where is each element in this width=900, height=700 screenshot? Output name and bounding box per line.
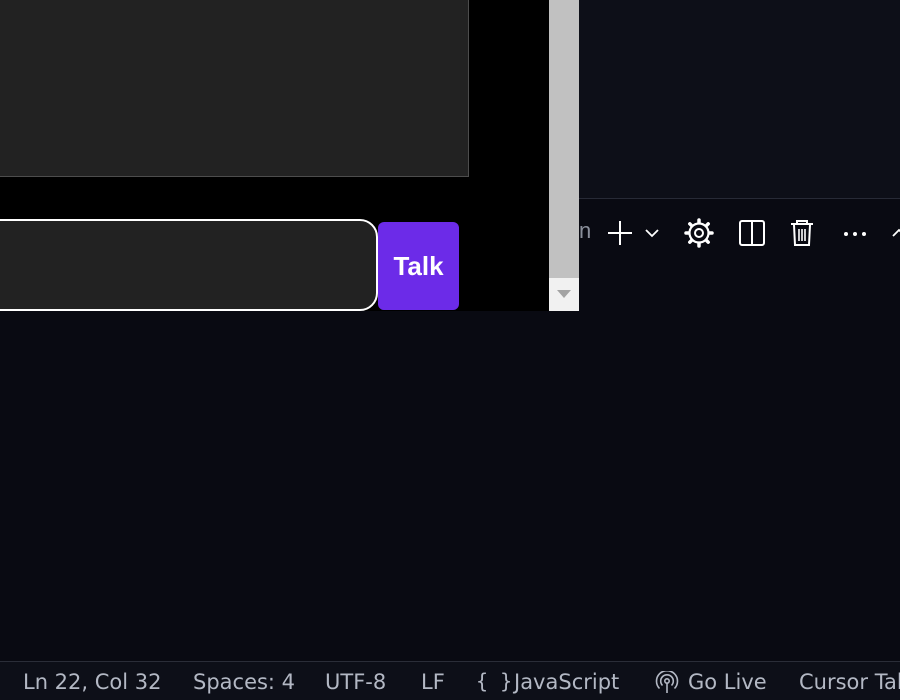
terminal-name-label[interactable]: n <box>579 218 591 244</box>
editor-pane <box>579 0 900 198</box>
preview-scrollbar[interactable] <box>549 0 579 311</box>
ellipsis-icon[interactable] <box>839 217 871 249</box>
cursor-tab-status[interactable]: Cursor Tab <box>799 662 900 700</box>
chevron-down-icon[interactable] <box>642 217 662 249</box>
encoding-status[interactable]: UTF-8 <box>325 662 386 700</box>
talk-button[interactable]: Talk <box>378 222 459 310</box>
line-ending-status[interactable]: LF <box>421 662 445 700</box>
status-bar: Ln 22, Col 32 Spaces: 4 UTF-8 LF { } Jav… <box>0 661 900 700</box>
go-live-status[interactable]: Go Live <box>688 662 767 700</box>
trash-icon[interactable] <box>786 217 818 249</box>
terminal-toolbar: n <box>579 199 900 269</box>
chevron-up-icon[interactable] <box>887 217 900 249</box>
chat-output-area <box>0 0 469 177</box>
web-preview: Talk <box>0 0 549 311</box>
cursor-position-status[interactable]: Ln 22, Col 32 <box>23 662 162 700</box>
gear-icon[interactable] <box>683 217 715 249</box>
broadcast-icon <box>655 671 679 693</box>
message-input[interactable] <box>0 219 378 311</box>
scrollbar-thumb[interactable] <box>549 0 579 278</box>
add-terminal-icon[interactable] <box>604 217 636 249</box>
indentation-status[interactable]: Spaces: 4 <box>193 662 295 700</box>
split-editor-icon[interactable] <box>736 217 768 249</box>
scroll-down-arrow-icon[interactable] <box>557 290 571 298</box>
braces-icon: { } <box>476 669 513 693</box>
editor-window: Talk n Ln 22, Col 32 Spaces: 4 UTF-8 LF … <box>0 0 900 700</box>
language-mode-status[interactable]: JavaScript <box>514 662 619 700</box>
